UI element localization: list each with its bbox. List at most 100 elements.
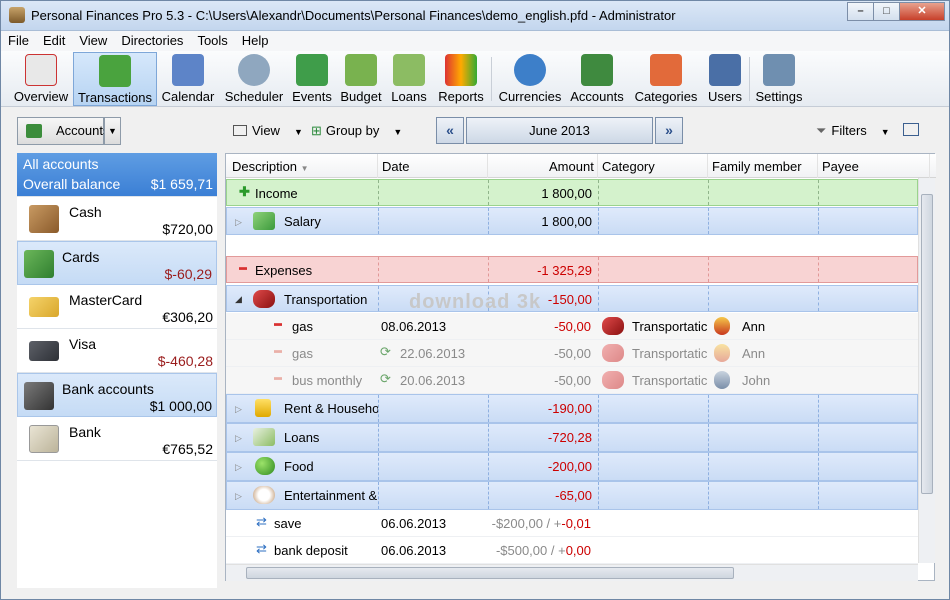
horizontal-scrollbar[interactable] xyxy=(226,564,918,581)
title-bar: Personal Finances Pro 5.3 - C:\Users\Ale… xyxy=(1,1,949,31)
overview-icon xyxy=(25,54,57,86)
accounts-panel-button[interactable]: Accounts xyxy=(17,117,109,145)
overview-button[interactable]: Overview xyxy=(13,52,69,106)
expand-plus-icon[interactable]: ✚ xyxy=(239,184,250,200)
double-left-arrow-icon: « xyxy=(446,122,454,138)
money-icon xyxy=(253,212,275,230)
scheduled-icon: ⟳ xyxy=(380,344,391,359)
transactions-button[interactable]: Transactions xyxy=(73,52,157,106)
account-visa[interactable]: Visa $-460,28 xyxy=(17,329,217,373)
view-menu-button[interactable]: View ▼ xyxy=(233,123,303,138)
expand-arrow-icon[interactable]: ▷ xyxy=(235,462,242,473)
users-icon xyxy=(709,54,741,86)
account-bank[interactable]: Bank €765,52 xyxy=(17,417,217,461)
car-icon xyxy=(602,371,624,389)
transaction-row[interactable]: ━ gas 08.06.2013 -50,00 Transportatic An… xyxy=(226,313,918,340)
menu-help[interactable]: Help xyxy=(235,31,276,51)
menu-directories[interactable]: Directories xyxy=(114,31,190,51)
category-row-entertainment[interactable]: ▷ Entertainment & -65,00 xyxy=(226,481,918,510)
collapse-arrow-icon[interactable]: ◢ xyxy=(235,294,242,305)
currencies-icon xyxy=(514,54,546,86)
group-row-income[interactable]: ✚ Income 1 800,00 xyxy=(226,179,918,206)
calendar-button[interactable]: Calendar xyxy=(161,52,215,106)
prev-month-button[interactable]: « xyxy=(436,117,464,144)
transfer-icon: ⇄ xyxy=(256,514,267,529)
maximize-button[interactable]: □ xyxy=(873,2,900,21)
watermark: download 3k xyxy=(409,291,542,313)
transactions-icon xyxy=(99,55,131,87)
column-category[interactable]: Category xyxy=(602,159,655,174)
events-button[interactable]: Events xyxy=(291,52,333,106)
budget-button[interactable]: Budget xyxy=(339,52,383,106)
all-accounts-item[interactable]: All accounts Overall balance $1 659,71 xyxy=(17,153,217,197)
next-month-button[interactable]: » xyxy=(655,117,683,144)
horizontal-scroll-thumb[interactable] xyxy=(246,567,734,579)
app-icon xyxy=(9,7,25,23)
accounts-button[interactable]: Accounts xyxy=(569,52,625,106)
vertical-scroll-thumb[interactable] xyxy=(921,194,933,494)
reports-icon xyxy=(445,54,477,86)
categories-button[interactable]: Categories xyxy=(631,52,701,106)
transactions-grid: Description ▼ Date Amount Category Famil… xyxy=(225,153,936,581)
loans-icon xyxy=(393,54,425,86)
minimize-button[interactable]: – xyxy=(847,2,874,21)
car-icon xyxy=(602,317,624,335)
transaction-row[interactable]: ━ gas ⟳ 22.06.2013 -50,00 Transportatic … xyxy=(226,340,918,367)
column-family-member[interactable]: Family member xyxy=(712,159,802,174)
expand-arrow-icon[interactable]: ▷ xyxy=(235,491,242,502)
calendar-icon xyxy=(172,54,204,86)
menu-view[interactable]: View xyxy=(72,31,114,51)
menu-file[interactable]: File xyxy=(1,31,36,51)
accounts-icon xyxy=(581,54,613,86)
account-mastercard[interactable]: MasterCard €306,20 xyxy=(17,285,217,329)
month-selector[interactable]: June 2013 xyxy=(466,117,653,144)
user-male-icon xyxy=(714,371,730,389)
transfer-row[interactable]: ⇄ save 06.06.2013 -$200,00 / +-0,01 xyxy=(226,510,918,537)
menu-edit[interactable]: Edit xyxy=(36,31,72,51)
settings-icon xyxy=(763,54,795,86)
column-description[interactable]: Description ▼ xyxy=(232,159,309,174)
settings-button[interactable]: Settings xyxy=(753,52,805,106)
users-button[interactable]: Users xyxy=(705,52,745,106)
scheduler-button[interactable]: Scheduler xyxy=(223,52,285,106)
column-amount[interactable]: Amount xyxy=(549,159,594,174)
account-group-bank[interactable]: Bank accounts $1 000,00 xyxy=(17,373,217,417)
menu-tools[interactable]: Tools xyxy=(190,31,234,51)
apple-icon xyxy=(255,457,275,475)
group-by-button[interactable]: ⊞ Group by ▼ xyxy=(311,123,402,139)
column-date[interactable]: Date xyxy=(382,159,409,174)
expand-arrow-icon[interactable]: ▷ xyxy=(235,217,242,228)
view-toolbar: Accounts ▼ View ▼ ⊞ Group by ▼ « June 2013 … xyxy=(1,108,949,150)
group-row-expenses[interactable]: ━ Expenses -1 325,29 xyxy=(226,256,918,283)
reports-button[interactable]: Reports xyxy=(435,52,487,106)
accounts-dropdown-button[interactable]: ▼ xyxy=(104,117,121,145)
scheduler-icon xyxy=(238,54,270,86)
loans-button[interactable]: Loans xyxy=(389,52,429,106)
expand-arrow-icon[interactable]: ▷ xyxy=(235,433,242,444)
category-row-food[interactable]: ▷ Food -200,00 xyxy=(226,452,918,481)
category-row-salary[interactable]: ▷ Salary 1 800,00 xyxy=(226,207,918,235)
account-group-cards[interactable]: Cards $-60,29 xyxy=(17,241,217,285)
grid-header: Description ▼ Date Amount Category Famil… xyxy=(226,154,936,178)
credit-card-icon xyxy=(29,297,59,317)
accounts-panel: All accounts Overall balance $1 659,71 C… xyxy=(17,153,217,588)
panel-layout-button[interactable] xyxy=(903,123,919,136)
app-window: Personal Finances Pro 5.3 - C:\Users\Ale… xyxy=(0,0,950,600)
chevron-down-icon: ▼ xyxy=(393,127,403,137)
main-toolbar: Overview Transactions Calendar Scheduler… xyxy=(1,51,949,107)
close-button[interactable]: ✕ xyxy=(899,2,945,21)
column-payee[interactable]: Payee xyxy=(822,159,859,174)
user-female-icon xyxy=(714,344,730,362)
category-row-rent[interactable]: ▷ Rent & Househo -190,00 xyxy=(226,394,918,423)
category-row-transportation[interactable]: ◢ Transportation -150,00 xyxy=(226,285,918,312)
vertical-scrollbar[interactable] xyxy=(918,178,935,563)
double-right-arrow-icon: » xyxy=(665,122,673,138)
currencies-button[interactable]: Currencies xyxy=(497,52,563,106)
transfer-row[interactable]: ⇄ bank deposit 06.06.2013 -$500,00 / +0,… xyxy=(226,537,918,564)
expand-arrow-icon[interactable]: ▷ xyxy=(235,404,242,415)
filters-button[interactable]: ⏷ Filters ▼ xyxy=(816,123,890,139)
category-row-loans[interactable]: ▷ Loans -720,28 xyxy=(226,423,918,452)
account-cash[interactable]: Cash $720,00 xyxy=(17,197,217,241)
transaction-row[interactable]: ━ bus monthly ⟳ 20.06.2013 -50,00 Transp… xyxy=(226,367,918,394)
collapse-minus-icon[interactable]: ━ xyxy=(239,261,247,277)
